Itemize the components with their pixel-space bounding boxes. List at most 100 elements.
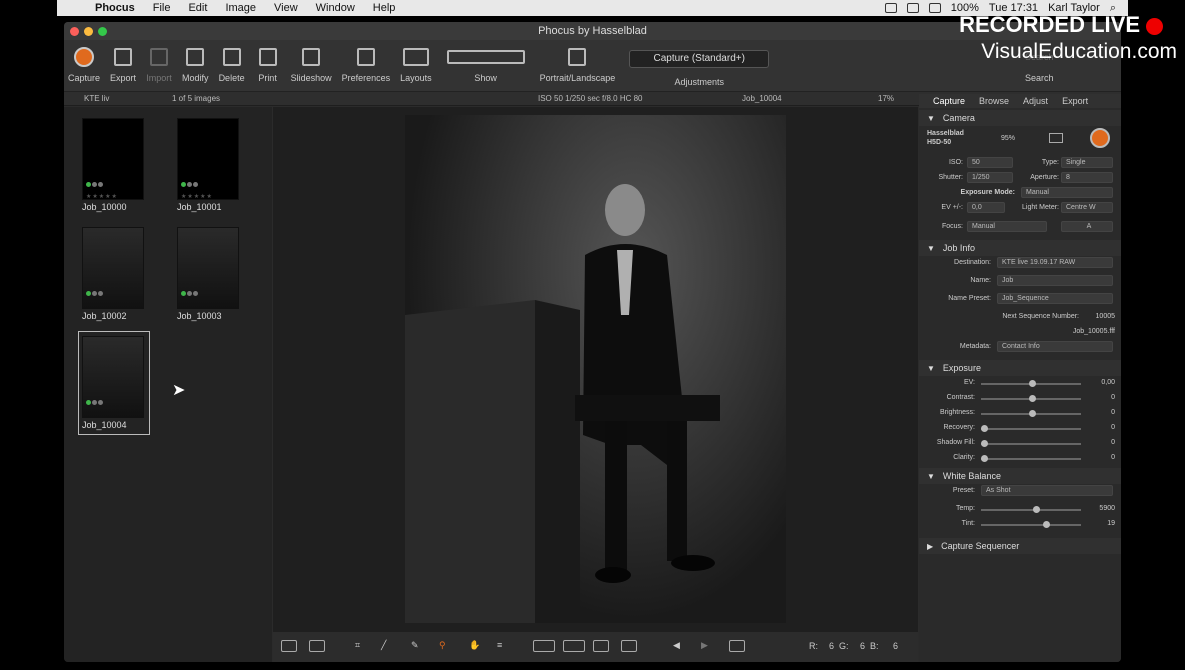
slider-knob[interactable]	[981, 425, 988, 432]
slider-knob[interactable]	[1029, 380, 1036, 387]
light-meter-select[interactable]: Centre W	[1061, 202, 1113, 213]
job-info-section-header[interactable]: ▼ Job Info	[919, 240, 1121, 256]
disclosure-icon: ▼	[927, 113, 935, 123]
type-select[interactable]: Single	[1061, 157, 1113, 168]
import-button[interactable]: Import	[146, 40, 172, 83]
ev-slider[interactable]	[981, 380, 1081, 387]
show-button-group[interactable]: Show	[446, 40, 526, 83]
recovery-slider[interactable]	[981, 425, 1081, 432]
name-input[interactable]: Job	[997, 275, 1113, 286]
minimize-button[interactable]	[84, 27, 93, 36]
thumbnail-image	[177, 227, 239, 309]
thumbnail[interactable]: ★★★★★ Job_10000	[82, 118, 150, 212]
list-icon[interactable]: ≡	[497, 640, 513, 652]
tab-export[interactable]: Export	[1062, 96, 1088, 106]
menu-image[interactable]: Image	[225, 2, 256, 14]
contrast-slider[interactable]	[981, 395, 1081, 402]
shadow-fill-slider[interactable]	[981, 440, 1081, 447]
capture-button[interactable]: Capture	[68, 40, 100, 83]
fullscreen-icon[interactable]	[729, 640, 745, 652]
slideshow-button[interactable]: Slideshow	[291, 40, 332, 83]
capture-sequencer-section-header[interactable]: ▶ Capture Sequencer	[919, 538, 1121, 554]
slider-knob[interactable]	[981, 440, 988, 447]
slider-knob[interactable]	[1033, 506, 1040, 513]
close-button[interactable]	[70, 27, 79, 36]
layouts-button[interactable]: Layouts	[400, 40, 432, 83]
crop-icon[interactable]: ⌗	[355, 640, 371, 652]
exposure-mode-select[interactable]: Manual	[1021, 187, 1113, 198]
next-arrow-icon[interactable]: ▶	[701, 640, 717, 652]
metadata-row: Metadata: Contact Info	[919, 340, 1121, 358]
clarity-slider[interactable]	[981, 455, 1081, 462]
compare-view-icon[interactable]	[281, 640, 297, 652]
menu-help[interactable]: Help	[373, 2, 396, 14]
slider-knob[interactable]	[981, 455, 988, 462]
aperture-select[interactable]: 8	[1061, 172, 1113, 183]
shutter-row: Shutter: 1/250 Aperture: 8	[919, 171, 1121, 186]
tab-adjust[interactable]: Adjust	[1023, 96, 1048, 106]
menu-app[interactable]: Phocus	[95, 2, 135, 14]
autofocus-button[interactable]: A	[1061, 221, 1113, 232]
camera-model-line1: Hasselblad	[927, 130, 964, 137]
iso-select[interactable]: 50	[967, 157, 1013, 168]
brightness-slider[interactable]	[981, 410, 1081, 417]
name-row: Name: Job	[919, 274, 1121, 292]
delete-button[interactable]: Delete	[219, 40, 245, 83]
menu-window[interactable]: Window	[316, 2, 355, 14]
wifi-icon[interactable]	[906, 3, 919, 13]
exposure-section-header[interactable]: ▼ Exposure	[919, 360, 1121, 376]
exposure-mode-row: Exposure Mode: Manual	[919, 186, 1121, 201]
camera-capture-icon[interactable]	[1090, 128, 1110, 148]
export-button[interactable]: Export	[110, 40, 136, 83]
previous-arrow-icon[interactable]: ◀	[673, 640, 689, 652]
camera-section-header[interactable]: ▼ Camera	[919, 110, 1121, 126]
loupe-icon[interactable]: ⚲	[439, 640, 455, 652]
focus-select[interactable]: Manual	[967, 221, 1047, 232]
modify-button[interactable]: Modify	[182, 40, 209, 83]
capture-preset-select[interactable]: Capture (Standard+)	[629, 50, 770, 68]
exposure-slider-row: Recovery: 0	[943, 424, 1115, 432]
shadow-warning-icon[interactable]	[533, 640, 555, 652]
destination-select[interactable]: KTE live 19.09.17 RAW	[997, 257, 1113, 268]
image-viewer[interactable]: ⌗ ╱ ✎ ⚲ ✋ ≡ ◀ ▶ R: 6 G: 6 B: 6	[273, 107, 918, 662]
tab-browse[interactable]: Browse	[979, 96, 1009, 106]
thumbnail-selected[interactable]: Job_10004	[82, 336, 150, 430]
straighten-icon[interactable]: ╱	[381, 640, 397, 652]
tab-capture[interactable]: Capture	[933, 96, 965, 106]
notification-icon[interactable]	[884, 3, 897, 13]
zoom-button[interactable]	[98, 27, 107, 36]
camera-model-line2: H5D-50	[927, 139, 952, 146]
shutter-select[interactable]: 1/250	[967, 172, 1013, 183]
next-file-name: Job_10005.fff	[1072, 328, 1115, 335]
slider-knob[interactable]	[1043, 521, 1050, 528]
preferences-button[interactable]: Preferences	[342, 40, 390, 83]
menu-edit[interactable]: Edit	[188, 2, 207, 14]
volume-icon[interactable]	[928, 3, 941, 13]
slider-knob[interactable]	[1029, 410, 1036, 417]
single-view-icon[interactable]	[309, 640, 325, 652]
thumbnail[interactable]: Job_10002	[82, 227, 150, 321]
thumbnail[interactable]: Job_10003	[177, 227, 245, 321]
portrait-landscape-button[interactable]: Portrait/Landscape	[540, 40, 615, 83]
overlay-icon[interactable]	[621, 640, 637, 652]
highlight-warning-icon[interactable]	[563, 640, 585, 652]
tint-slider[interactable]	[981, 521, 1081, 528]
name-preset-select[interactable]: Job_Sequence	[997, 293, 1113, 304]
print-button[interactable]: Print	[255, 40, 281, 83]
menu-file[interactable]: File	[153, 2, 171, 14]
temp-slider[interactable]	[981, 506, 1081, 513]
live-view-icon[interactable]	[1049, 133, 1063, 143]
watermark-overlay: VisualEducation.com	[981, 40, 1177, 63]
thumbnail-browser: ★★★★★ Job_10000 ★★★★★ Job_10001 Job_1000…	[64, 107, 272, 662]
temp-row: Temp: 5900	[955, 505, 1115, 513]
thumbnail[interactable]: ★★★★★ Job_10001	[177, 118, 245, 212]
slider-knob[interactable]	[1029, 395, 1036, 402]
white-balance-section-header[interactable]: ▼ White Balance	[919, 468, 1121, 484]
ev-stepper[interactable]: 0,0	[967, 202, 1005, 213]
grid-icon[interactable]	[593, 640, 609, 652]
metadata-select[interactable]: Contact Info	[997, 341, 1113, 352]
hand-icon[interactable]: ✋	[469, 640, 485, 652]
wb-preset-select[interactable]: As Shot	[981, 485, 1113, 496]
menu-view[interactable]: View	[274, 2, 298, 14]
eyedropper-icon[interactable]: ✎	[411, 640, 427, 652]
